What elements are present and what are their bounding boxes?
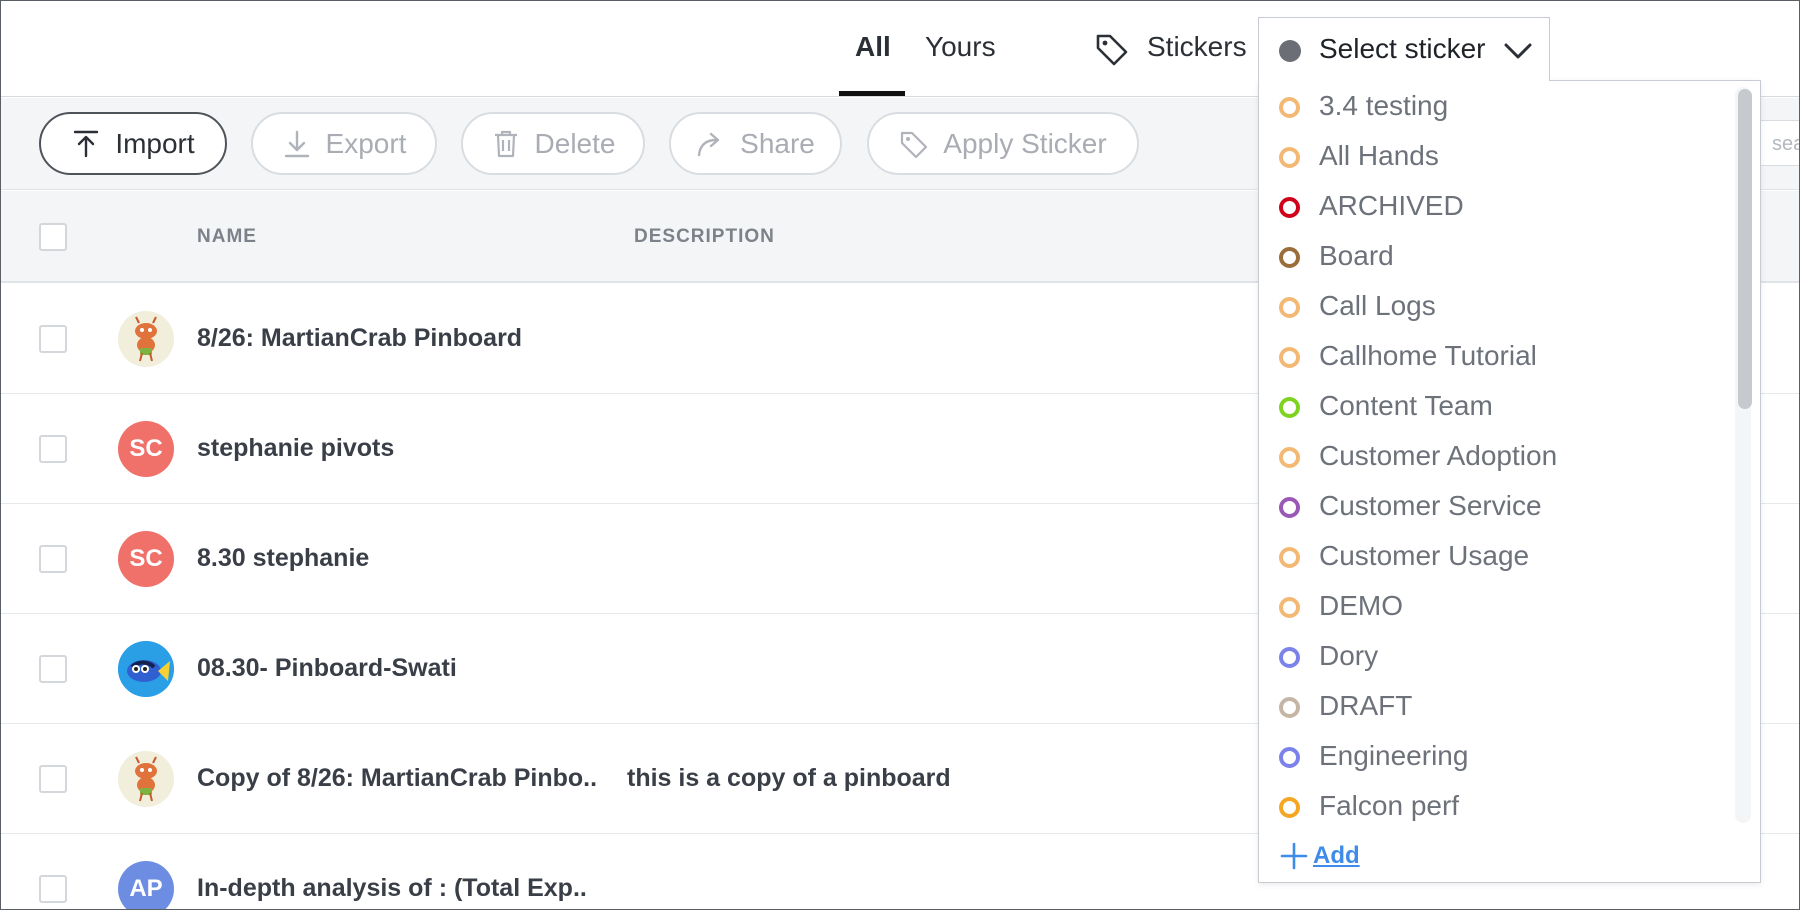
apply-sticker-button[interactable]: Apply Sticker: [867, 112, 1139, 175]
sticker-dropdown-menu: 3.4 testing All Hands ARCHIVED Board Call Lo…: [1258, 80, 1761, 883]
upload-icon: [74, 130, 99, 157]
sticker-option-label: ARCHIVED: [1319, 190, 1464, 221]
sticker-color-ring-icon: [1279, 297, 1300, 318]
sticker-option-label: Customer Service: [1319, 490, 1542, 521]
pinboard-name[interactable]: Copy of 8/26: MartianCrab Pinbo..: [197, 764, 597, 793]
sticker-option[interactable]: ARCHIVED: [1259, 182, 1729, 232]
sticker-option-label: All Hands: [1319, 140, 1439, 171]
sticker-option[interactable]: Board: [1259, 232, 1729, 282]
sticker-color-ring-icon: [1279, 497, 1300, 518]
sticker-color-ring-icon: [1279, 447, 1300, 468]
sticker-option-label: Call Logs: [1319, 290, 1436, 321]
tag-icon: [901, 131, 928, 158]
sticker-option[interactable]: All Hands: [1259, 132, 1729, 182]
sticker-color-ring-icon: [1279, 197, 1300, 218]
share-arrow-icon: [697, 132, 720, 156]
row-checkbox[interactable]: [39, 325, 67, 353]
column-header-name[interactable]: NAME: [197, 226, 257, 248]
sticker-color-ring-icon: [1279, 247, 1300, 268]
sticker-option[interactable]: Customer Adoption: [1259, 432, 1729, 482]
share-label: Share: [740, 127, 815, 159]
app-window: All Yours Stickers Select sticker Import…: [0, 0, 1800, 910]
sticker-option[interactable]: Falcon perf: [1259, 782, 1729, 823]
pinboard-name[interactable]: 8/26: MartianCrab Pinboard: [197, 324, 522, 353]
delete-label: Delete: [534, 127, 616, 159]
sticker-list: 3.4 testing All Hands ARCHIVED Board Call Lo…: [1259, 81, 1729, 823]
sticker-color-ring-icon: [1279, 697, 1300, 718]
fish-avatar: [118, 641, 174, 697]
pinboard-name[interactable]: stephanie pivots: [197, 434, 394, 463]
pinboard-description: this is a copy of a pinboard: [627, 764, 951, 792]
sticker-option[interactable]: Dory: [1259, 632, 1729, 682]
active-tab-indicator: [839, 91, 905, 96]
sticker-color-ring-icon: [1279, 547, 1300, 568]
initials-avatar: SC: [118, 421, 174, 477]
tag-icon: [1096, 34, 1128, 66]
export-button[interactable]: Export: [251, 112, 437, 175]
select-sticker-dropdown[interactable]: Select sticker: [1258, 17, 1550, 81]
chevron-down-icon: [1504, 43, 1532, 59]
sticker-option[interactable]: DEMO: [1259, 582, 1729, 632]
sticker-option[interactable]: Customer Service: [1259, 482, 1729, 532]
pinboard-name[interactable]: 08.30- Pinboard-Swati: [197, 654, 457, 683]
sticker-option[interactable]: Call Logs: [1259, 282, 1729, 332]
pinboard-name[interactable]: In-depth analysis of : (Total Exp..: [197, 874, 587, 903]
sticker-color-ring-icon: [1279, 797, 1300, 818]
sticker-option[interactable]: Engineering: [1259, 732, 1729, 782]
tab-yours[interactable]: Yours: [925, 31, 996, 63]
add-sticker-button[interactable]: Add: [1279, 841, 1360, 871]
scrollbar-thumb[interactable]: [1738, 89, 1752, 409]
download-icon: [284, 130, 309, 157]
add-sticker-label: Add: [1313, 842, 1360, 869]
row-checkbox[interactable]: [39, 765, 67, 793]
import-button[interactable]: Import: [39, 112, 227, 175]
sticker-option-label: DRAFT: [1319, 690, 1413, 721]
sticker-color-ring-icon: [1279, 347, 1300, 368]
crab-avatar: [118, 751, 174, 807]
sticker-color-dot: [1279, 40, 1301, 62]
share-button[interactable]: Share: [669, 112, 842, 175]
sticker-color-ring-icon: [1279, 397, 1300, 418]
initials-avatar: SC: [118, 531, 174, 587]
sticker-color-ring-icon: [1279, 147, 1300, 168]
sticker-option[interactable]: Callhome Tutorial: [1259, 332, 1729, 382]
row-checkbox[interactable]: [39, 875, 67, 903]
sticker-color-ring-icon: [1279, 747, 1300, 768]
sticker-option-label: Callhome Tutorial: [1319, 340, 1537, 371]
sticker-color-ring-icon: [1279, 97, 1300, 118]
row-checkbox[interactable]: [39, 545, 67, 573]
tab-all[interactable]: All: [855, 31, 891, 63]
row-checkbox[interactable]: [39, 655, 67, 683]
sticker-option[interactable]: 3.4 testing: [1259, 82, 1729, 132]
select-all-checkbox[interactable]: [39, 223, 67, 251]
initials-avatar: AP: [118, 861, 174, 909]
sticker-option-label: DEMO: [1319, 590, 1403, 621]
sticker-option-label: Customer Adoption: [1319, 440, 1558, 471]
apply-sticker-label: Apply Sticker: [943, 127, 1107, 159]
sticker-option[interactable]: DRAFT: [1259, 682, 1729, 732]
plus-icon: [1280, 842, 1308, 870]
column-header-description: DESCRIPTION: [634, 226, 775, 247]
sticker-option-label: Content Team: [1319, 390, 1493, 421]
sticker-option[interactable]: Customer Usage: [1259, 532, 1729, 582]
delete-button[interactable]: Delete: [461, 112, 645, 175]
sticker-option-label: Board: [1319, 240, 1394, 271]
stickers-label: Stickers: [1147, 31, 1247, 62]
sticker-option-label: 3.4 testing: [1319, 90, 1449, 121]
crab-avatar: [118, 311, 174, 367]
export-label: Export: [325, 127, 407, 159]
sticker-option-label: Engineering: [1319, 740, 1469, 771]
sticker-option-label: Customer Usage: [1319, 540, 1530, 571]
sticker-option-label: Falcon perf: [1319, 790, 1460, 821]
sticker-color-ring-icon: [1279, 597, 1300, 618]
pinboard-name[interactable]: 8.30 stephanie: [197, 544, 369, 573]
row-checkbox[interactable]: [39, 435, 67, 463]
select-sticker-label: Select sticker: [1319, 33, 1486, 64]
sticker-option[interactable]: Content Team: [1259, 382, 1729, 432]
sticker-color-ring-icon: [1279, 647, 1300, 668]
import-label: Import: [115, 127, 195, 159]
sticker-option-label: Dory: [1319, 640, 1379, 671]
trash-icon: [494, 130, 517, 157]
